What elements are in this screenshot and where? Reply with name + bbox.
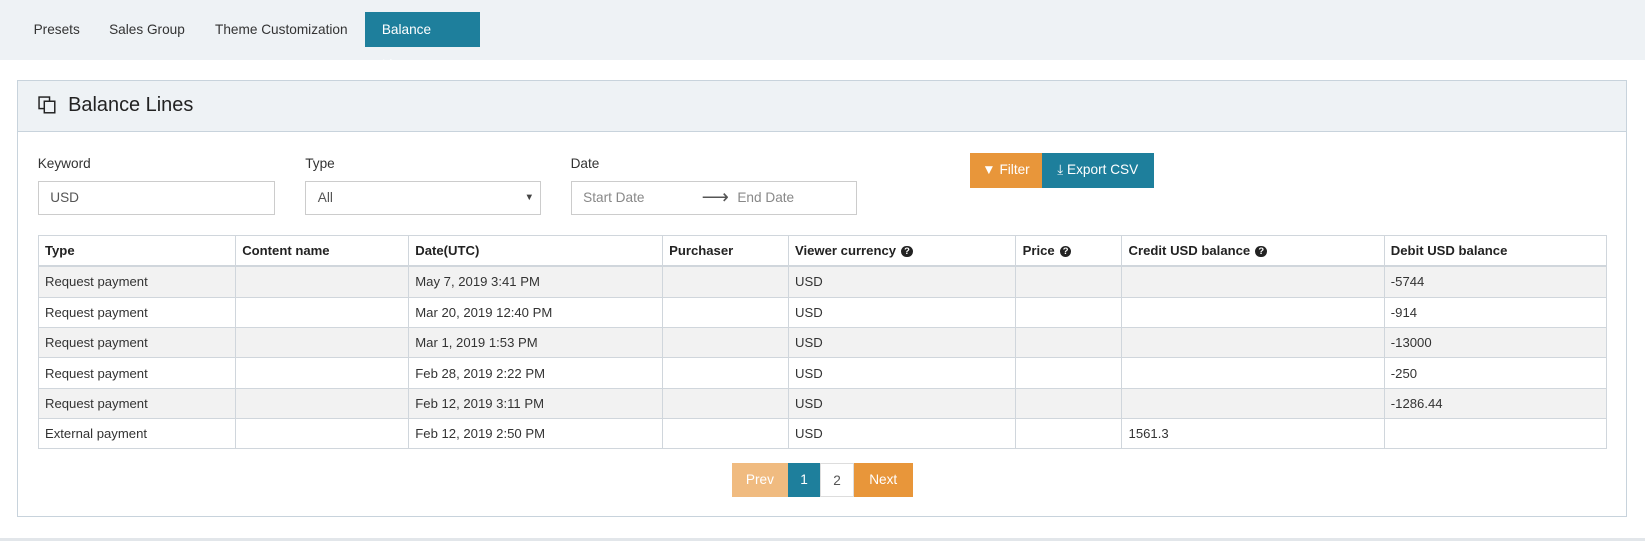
keyword-input[interactable]: USD [37, 181, 275, 215]
col-content-name: Content name [234, 234, 409, 268]
col-type: Type [37, 234, 236, 268]
table-cell: USD [787, 387, 1017, 420]
panel-header: Balance Lines [17, 80, 1626, 133]
table-row: External payment Feb 12, 2019 2:50 PM USD 1… [37, 418, 1608, 450]
table-cell: -5744 [1383, 265, 1608, 298]
table-cell: 1561.3 [1121, 418, 1385, 450]
table-cell: USD [787, 296, 1017, 328]
help-icon[interactable]: ? [1059, 245, 1072, 258]
col-debit-balance: Debit USD balance [1383, 234, 1608, 268]
keyword-label: Keyword [37, 156, 91, 172]
table-row: Request payment May 7, 2019 3:41 PM USD -57… [37, 265, 1608, 298]
table-cell [1383, 418, 1608, 450]
tab-theme-customization[interactable]: Theme Customization [198, 12, 364, 48]
export-csv-button[interactable]: ⤓ Export CSV [1041, 153, 1154, 188]
table-cell [661, 296, 789, 328]
col-date: Date(UTC) [407, 234, 663, 268]
help-icon[interactable]: ? [901, 245, 913, 258]
table-cell: USD [787, 326, 1017, 359]
table-cell: USD [787, 265, 1017, 298]
top-tabs: Presets Sales Group Theme Customization … [0, 0, 1645, 72]
table-cell: Request payment [37, 387, 236, 420]
table-cell: -250 [1383, 357, 1608, 389]
col-purchaser: Purchaser [661, 234, 789, 268]
filter-label: Filter [999, 162, 1030, 178]
table-cell: Mar 20, 2019 12:40 PM [407, 296, 663, 328]
table-cell [661, 265, 789, 298]
arrow-right-icon: ⟶ [701, 187, 729, 209]
balance-lines-table: Type Content name Date(UTC) Purchaser Vi… [37, 234, 1608, 450]
table-cell: -1286.44 [1383, 387, 1608, 420]
table-cell [1015, 265, 1123, 298]
type-selected: All [317, 190, 333, 206]
type-select[interactable]: All ▼ [305, 181, 542, 215]
page-1-button[interactable]: 1 [787, 462, 821, 498]
date-range-input[interactable]: Start Date ⟶ End Date [570, 181, 857, 215]
prev-page-button[interactable]: Prev [732, 462, 788, 498]
table-cell [234, 387, 409, 420]
table-cell [1015, 357, 1123, 389]
table-cell: Feb 28, 2019 2:22 PM [407, 357, 663, 389]
table-cell: Request payment [37, 296, 236, 328]
end-date-input[interactable]: End Date [737, 182, 794, 213]
table-row: Request payment Feb 28, 2019 2:22 PM USD -2… [37, 357, 1608, 389]
table-cell [234, 418, 409, 450]
next-page-button[interactable]: Next [853, 462, 913, 498]
page-2-button[interactable]: 2 [820, 462, 854, 498]
col-viewer-currency: Viewer currency? [787, 234, 1017, 268]
table-cell: May 7, 2019 3:41 PM [407, 265, 663, 298]
table-cell: Feb 12, 2019 3:11 PM [407, 387, 663, 420]
table-cell [1121, 265, 1385, 298]
table-cell [1015, 296, 1123, 328]
table-cell: -914 [1383, 296, 1608, 328]
table-cell [1015, 387, 1123, 420]
table-cell [1121, 326, 1385, 359]
tab-balance-lines[interactable]: Balance Lines [365, 11, 481, 72]
table-cell [661, 387, 789, 420]
type-label: Type [305, 156, 335, 172]
table-cell: -13000 [1383, 326, 1608, 359]
table-cell: USD [787, 418, 1017, 450]
table-cell [661, 357, 789, 389]
table-cell: Request payment [37, 265, 236, 298]
table-cell: USD [787, 357, 1017, 389]
table-cell [1121, 387, 1385, 420]
copy-icon [38, 96, 56, 114]
table-cell [234, 326, 409, 359]
table-cell [661, 418, 789, 450]
tab-presets[interactable]: Presets [17, 12, 97, 48]
table-cell [234, 357, 409, 389]
dropdown-arrow-icon: ▼ [524, 192, 534, 204]
table-row: Request payment Mar 1, 2019 1:53 PM USD -13… [37, 326, 1608, 359]
table-cell: Request payment [37, 357, 236, 389]
start-date-input[interactable]: Start Date [583, 190, 644, 205]
col-price: Price? [1015, 234, 1123, 268]
table-cell: Feb 12, 2019 2:50 PM [407, 418, 663, 450]
table-cell [234, 265, 409, 298]
table-cell [234, 296, 409, 328]
table-cell: Request payment [37, 326, 236, 359]
table-header-row: Type Content name Date(UTC) Purchaser Vi… [37, 234, 1608, 268]
date-label: Date [570, 156, 600, 172]
panel-title: Balance Lines [68, 94, 194, 117]
download-icon: ⤓ [1057, 162, 1064, 178]
table-cell [1015, 326, 1123, 359]
export-label: Export CSV [1067, 162, 1139, 178]
balance-lines-panel: Balance Lines Keyword USD Type All ▼ Dat… [16, 79, 1627, 518]
table-cell [661, 326, 789, 359]
table-cell [1121, 357, 1385, 389]
filter-icon: ▼ [982, 162, 996, 178]
col-credit-balance: Credit USD balance? [1121, 234, 1385, 268]
table-cell: Mar 1, 2019 1:53 PM [407, 326, 663, 359]
table-cell [1121, 296, 1385, 328]
filter-button[interactable]: ▼ Filter [970, 153, 1042, 188]
table-cell: External payment [37, 418, 236, 450]
table-cell [1015, 418, 1123, 450]
help-icon[interactable]: ? [1255, 245, 1267, 258]
tab-sales-group[interactable]: Sales Group [92, 12, 201, 48]
table-row: Request payment Feb 12, 2019 3:11 PM USD -1… [37, 387, 1608, 420]
table-row: Request payment Mar 20, 2019 12:40 PM USD -… [37, 296, 1608, 328]
